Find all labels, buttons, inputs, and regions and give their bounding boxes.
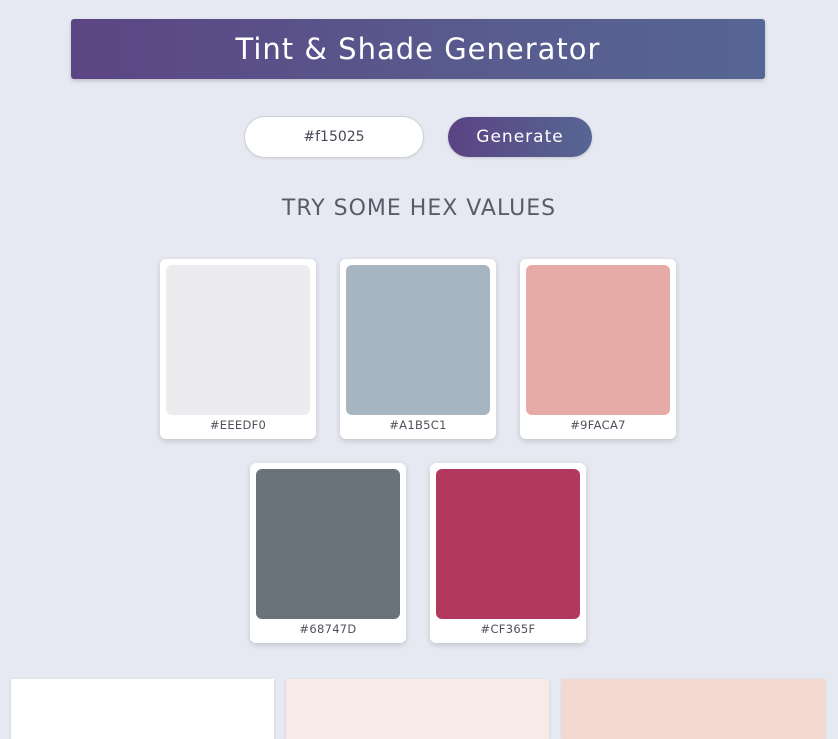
result-color-tile[interactable] (562, 679, 825, 739)
result-color-tile[interactable] (286, 679, 549, 739)
sample-card-a1b5c1[interactable]: #A1B5C1 (340, 259, 496, 439)
hex-label: #EEEDF0 (209, 418, 267, 432)
page-title: Tint & Shade Generator (235, 32, 601, 66)
result-color-tile[interactable] (11, 679, 274, 739)
generate-button[interactable]: Generate (448, 117, 592, 157)
hex-label: #9FACA7 (570, 418, 626, 432)
sample-card-cf365f[interactable]: #CF365F (430, 463, 586, 643)
color-swatch (166, 265, 310, 415)
sample-card-eeedf0[interactable]: #EEEDF0 (160, 259, 316, 439)
hex-label: #68747D (299, 622, 357, 636)
color-swatch (346, 265, 490, 415)
color-swatch (436, 469, 580, 619)
app-header: Tint & Shade Generator (71, 19, 765, 79)
hex-label: #A1B5C1 (389, 418, 447, 432)
color-swatch (256, 469, 400, 619)
hex-label: #CF365F (480, 622, 536, 636)
sample-card-9faca7[interactable]: #9FACA7 (520, 259, 676, 439)
color-swatch (526, 265, 670, 415)
hex-color-input[interactable] (244, 116, 424, 158)
sample-card-68747d[interactable]: #68747D (250, 463, 406, 643)
samples-title: TRY SOME HEX VALUES (281, 196, 557, 221)
